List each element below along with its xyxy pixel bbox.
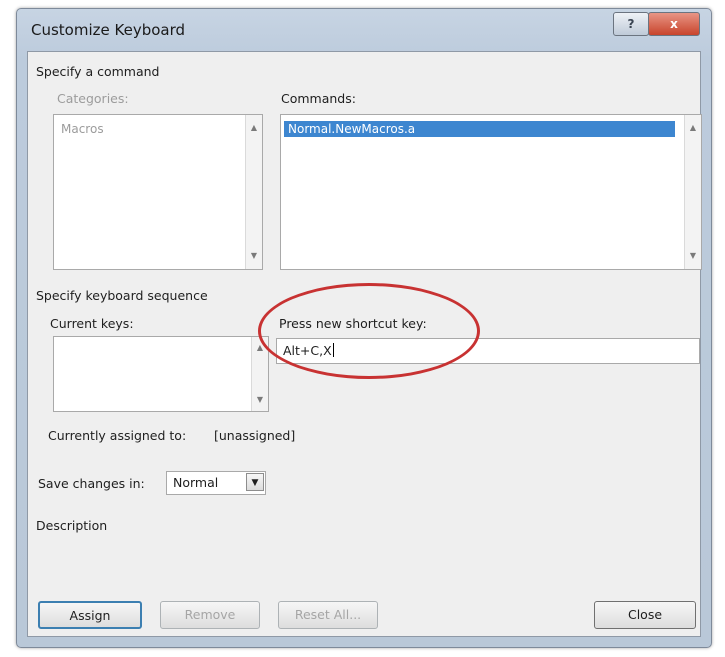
title-bar[interactable]: Customize Keyboard ? x (17, 9, 711, 49)
dialog-body: Specify a command Categories: Macros ▲ ▼… (27, 51, 702, 637)
current-keys-scrollbar[interactable]: ▲ ▼ (251, 337, 268, 411)
commands-scrollbar[interactable]: ▲ ▼ (684, 115, 701, 269)
current-keys-listbox[interactable]: ▲ ▼ (53, 336, 269, 412)
categories-label: Categories: (57, 91, 129, 106)
new-shortcut-input[interactable]: Alt+C,X (276, 338, 700, 364)
scroll-down-arrow-icon[interactable]: ▼ (246, 249, 262, 263)
dialog-title: Customize Keyboard (31, 21, 186, 39)
list-item[interactable]: Normal.NewMacros.a (284, 121, 675, 137)
scroll-up-arrow-icon[interactable]: ▲ (252, 341, 268, 355)
scroll-down-arrow-icon[interactable]: ▼ (685, 249, 701, 263)
new-shortcut-label: Press new shortcut key: (279, 316, 427, 331)
reset-all-button[interactable]: Reset All... (278, 601, 378, 629)
categories-scrollbar[interactable]: ▲ ▼ (245, 115, 262, 269)
specify-command-heading: Specify a command (36, 64, 160, 79)
close-window-button[interactable]: x (648, 12, 700, 36)
remove-button[interactable]: Remove (160, 601, 260, 629)
scroll-down-arrow-icon[interactable]: ▼ (252, 393, 268, 407)
save-changes-value: Normal (173, 475, 219, 490)
categories-listbox[interactable]: Macros ▲ ▼ (53, 114, 263, 270)
description-label: Description (36, 518, 108, 533)
scroll-up-arrow-icon[interactable]: ▲ (685, 121, 701, 135)
save-changes-dropdown[interactable]: Normal ▼ (166, 471, 266, 495)
assign-button[interactable]: Assign (38, 601, 142, 629)
close-button[interactable]: Close (594, 601, 696, 629)
help-button[interactable]: ? (613, 12, 649, 36)
description-text (38, 538, 688, 582)
text-caret (332, 343, 334, 357)
dropdown-arrow-icon[interactable]: ▼ (246, 473, 264, 491)
currently-assigned-label: Currently assigned to: (48, 428, 187, 443)
save-changes-label: Save changes in: (38, 476, 145, 491)
scroll-up-arrow-icon[interactable]: ▲ (246, 121, 262, 135)
new-shortcut-value: Alt+C,X (283, 343, 332, 358)
current-keys-label: Current keys: (50, 316, 134, 331)
keyboard-sequence-heading: Specify keyboard sequence (36, 288, 208, 303)
commands-listbox[interactable]: Normal.NewMacros.a ▲ ▼ (280, 114, 702, 270)
commands-label: Commands: (281, 91, 356, 106)
currently-assigned-value: [unassigned] (214, 428, 296, 443)
list-item[interactable]: Macros (57, 121, 108, 137)
customize-keyboard-dialog: Customize Keyboard ? x Specify a command… (16, 8, 712, 648)
